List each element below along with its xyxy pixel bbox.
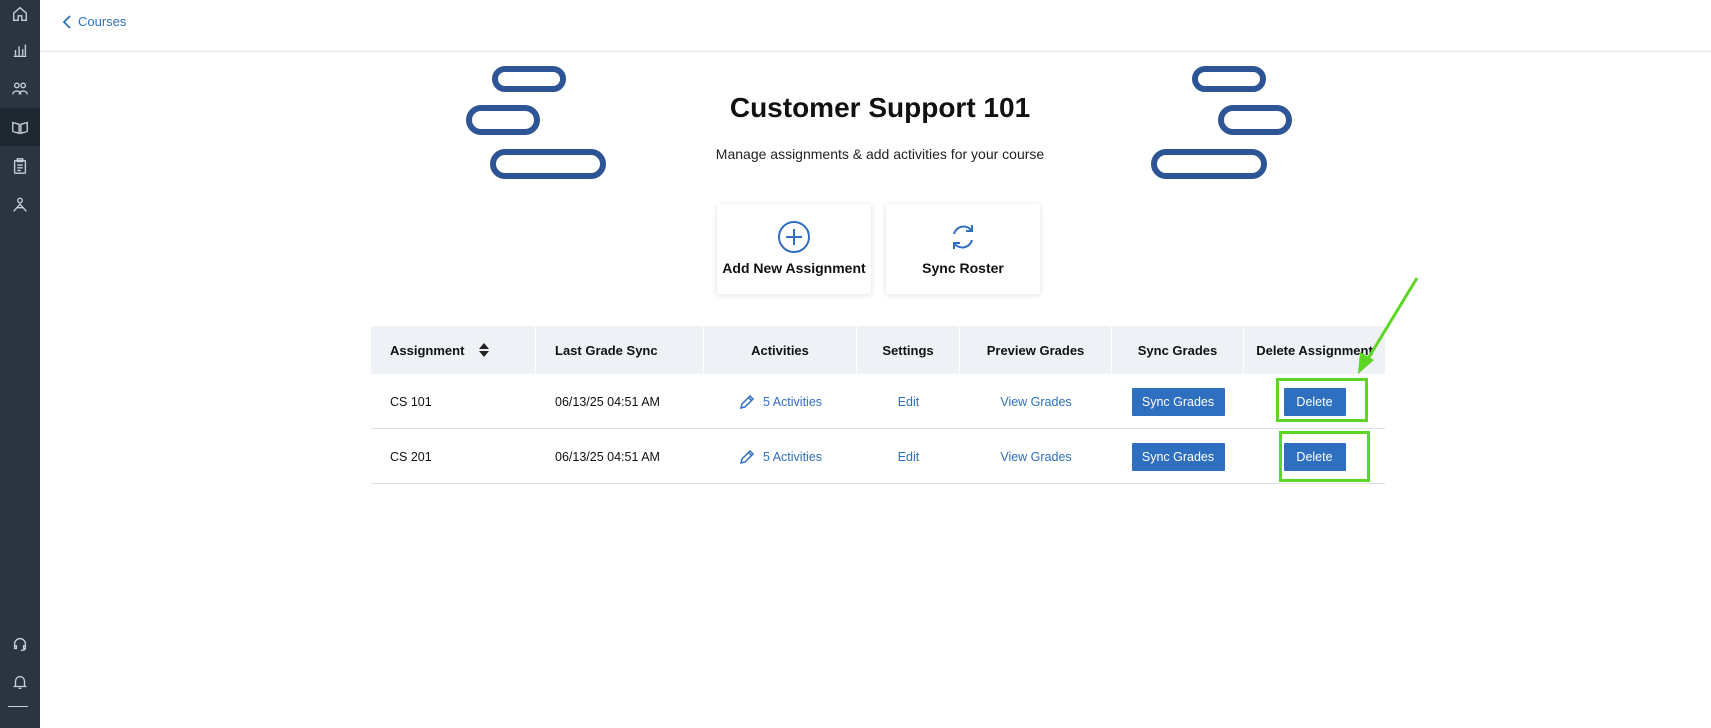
column-header-assignment[interactable]: Assignment: [371, 326, 536, 374]
page-title: Customer Support 101: [729, 92, 1031, 123]
page-subtitle: Manage assignments & add activities for …: [715, 146, 1045, 162]
edit-link[interactable]: Edit: [898, 450, 920, 464]
decor-pill: [1151, 149, 1267, 179]
add-new-assignment-button[interactable]: Add New Assignment: [717, 204, 871, 294]
back-to-courses-link[interactable]: Courses: [62, 14, 126, 29]
bell-icon[interactable]: [8, 670, 32, 694]
preview-grades-cell: View Grades: [960, 374, 1112, 429]
book-icon[interactable]: [8, 115, 32, 139]
table-row: CS 201 06/13/25 04:51 AM 5 Activities Ed…: [371, 429, 1385, 484]
pencil-icon: [739, 449, 755, 464]
users-icon[interactable]: [8, 77, 32, 101]
activities-link[interactable]: 5 Activities: [739, 394, 822, 410]
column-header-activities: Activities: [704, 326, 857, 374]
sidebar: [0, 0, 40, 728]
sync-roster-label: Sync Roster: [922, 260, 1004, 276]
sidebar-divider: [8, 706, 28, 707]
top-bar: Courses: [40, 0, 1711, 52]
table-row: CS 101 06/13/25 04:51 AM 5 Activities Ed…: [371, 374, 1385, 429]
highlight-box: [1279, 431, 1370, 482]
column-header-settings: Settings: [857, 326, 960, 374]
activities-link[interactable]: 5 Activities: [739, 449, 822, 465]
last-grade-sync: 06/13/25 04:51 AM: [555, 449, 660, 464]
activities-cell: 5 Activities: [704, 429, 857, 484]
headset-icon[interactable]: [8, 632, 32, 656]
pencil-icon: [739, 394, 755, 409]
decor-pill: [490, 149, 606, 179]
home-icon[interactable]: [8, 2, 32, 26]
add-new-assignment-label: Add New Assignment: [722, 260, 866, 276]
view-grades-link[interactable]: View Grades: [1000, 450, 1071, 464]
sync-grades-cell: Sync Grades: [1112, 429, 1244, 484]
table-header: Assignment Last Grade Sync Activities Se…: [371, 326, 1385, 374]
decor-pill: [492, 66, 566, 92]
network-icon[interactable]: [8, 193, 32, 217]
preview-grades-cell: View Grades: [960, 429, 1112, 484]
decor-pill: [1192, 66, 1266, 92]
assignments-table: Assignment Last Grade Sync Activities Se…: [371, 326, 1385, 484]
assignment-name: CS 201: [390, 449, 432, 464]
annotation-arrow-icon: [1358, 277, 1419, 374]
plus-circle-icon: [777, 220, 811, 254]
sync-grades-cell: Sync Grades: [1112, 374, 1244, 429]
chevron-left-icon: [62, 14, 71, 29]
back-link-label: Courses: [78, 14, 127, 29]
column-header-last-grade-sync: Last Grade Sync: [536, 326, 704, 374]
sync-grades-button[interactable]: Sync Grades: [1131, 442, 1225, 471]
column-header-sync-grades: Sync Grades: [1112, 326, 1244, 374]
sync-icon: [946, 220, 980, 254]
decor-pill: [1218, 105, 1292, 135]
app-root: Courses Customer Support 101 Manage assi…: [0, 0, 1711, 728]
sort-icon[interactable]: [478, 342, 490, 358]
decor-pill: [466, 105, 540, 135]
settings-cell: Edit: [857, 429, 960, 484]
column-header-preview-grades: Preview Grades: [960, 326, 1112, 374]
highlight-box: [1276, 378, 1368, 422]
sync-roster-button[interactable]: Sync Roster: [886, 204, 1040, 294]
edit-link[interactable]: Edit: [898, 395, 920, 409]
last-grade-sync: 06/13/25 04:51 AM: [555, 394, 660, 409]
chart-icon[interactable]: [8, 38, 32, 62]
sync-grades-button[interactable]: Sync Grades: [1131, 387, 1225, 416]
activities-cell: 5 Activities: [704, 374, 857, 429]
clipboard-icon[interactable]: [8, 154, 32, 178]
settings-cell: Edit: [857, 374, 960, 429]
assignment-name: CS 101: [390, 394, 432, 409]
view-grades-link[interactable]: View Grades: [1000, 395, 1071, 409]
